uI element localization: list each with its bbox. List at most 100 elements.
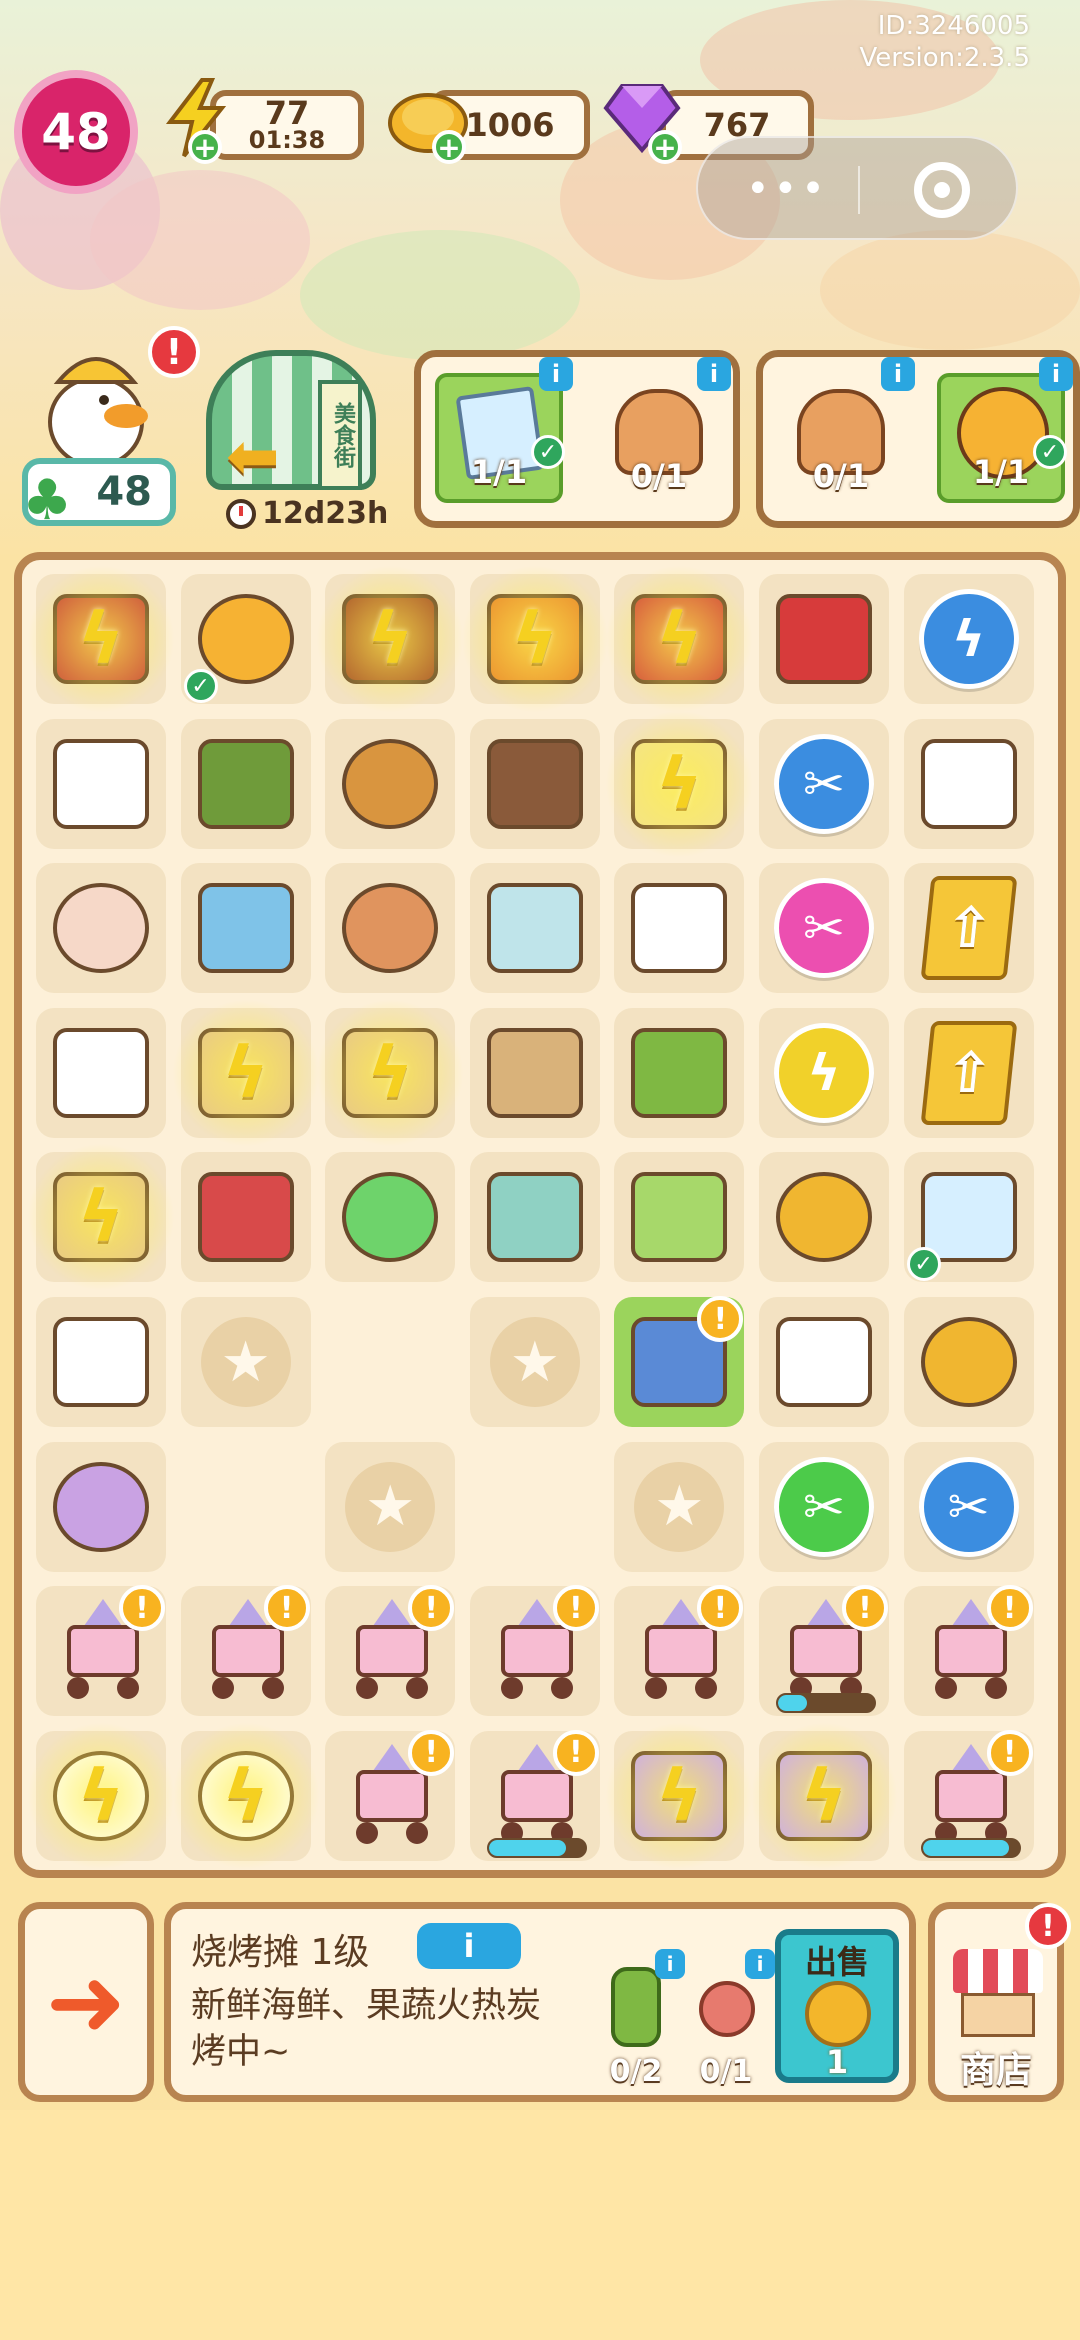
green-apron-item[interactable]	[190, 728, 302, 840]
scissors-blue-item[interactable]: ✂	[913, 1451, 1025, 1563]
red-fridge-item[interactable]	[768, 583, 880, 695]
board-cell[interactable]	[325, 863, 456, 994]
board-cell[interactable]: !	[614, 1296, 745, 1427]
board-cell[interactable]: !	[325, 1729, 456, 1861]
energy-counter[interactable]: 77 01:38	[210, 90, 364, 160]
board-cell[interactable]: ⇧	[903, 1007, 1034, 1138]
glove-item[interactable]	[768, 1306, 880, 1418]
board-cell[interactable]	[469, 1007, 600, 1138]
board-cell[interactable]: ✂	[759, 1441, 889, 1572]
board-cell[interactable]	[759, 1297, 889, 1427]
more-button[interactable]: •••	[746, 166, 829, 212]
board-cell[interactable]	[180, 1152, 311, 1283]
order-card-2[interactable]: 0/1 i 1/1 ✓ i	[756, 350, 1080, 528]
scissors-pink-item[interactable]: ✂	[768, 872, 880, 984]
info-button[interactable]: i	[1039, 357, 1073, 391]
board-cell[interactable]	[469, 1152, 600, 1283]
board-cell[interactable]: !	[903, 1729, 1034, 1861]
board-cell[interactable]: ⇧	[903, 863, 1034, 994]
add-energy-button[interactable]: +	[188, 130, 222, 164]
gift-box-green-item[interactable]	[623, 1161, 735, 1273]
scissors-green-item[interactable]: ✂	[768, 1451, 880, 1563]
spice-bag-lightning-item[interactable]: ϟ	[27, 565, 175, 713]
pink-cart-item[interactable]: !	[623, 1585, 744, 1707]
board-cell[interactable]	[180, 863, 311, 994]
board-cell[interactable]: ϟ	[171, 1721, 320, 1870]
board-cell[interactable]: !	[36, 1585, 166, 1717]
grilled-skewers-item[interactable]	[479, 728, 591, 840]
energy-coin-item[interactable]: ϟ	[768, 1017, 880, 1129]
item-info-button[interactable]: i	[417, 1923, 521, 1969]
board-cell[interactable]: ϟ	[316, 998, 465, 1147]
duck-mascot-lightning-item[interactable]: ϟ	[27, 1721, 175, 1870]
board-cell[interactable]	[36, 863, 166, 994]
pink-cart-item[interactable]: !	[334, 1585, 455, 1707]
board-cell[interactable]: ϟ	[605, 709, 754, 858]
photo-card-item[interactable]: ✓	[906, 1161, 1025, 1282]
board-cell[interactable]: !	[759, 1585, 889, 1717]
board-cell[interactable]: ✂	[759, 718, 889, 849]
parcel-cart-lightning-item[interactable]: ϟ	[316, 998, 465, 1147]
board-cell[interactable]: ϟ	[316, 565, 465, 713]
tiger-plush-item[interactable]: ✓	[183, 583, 302, 703]
board-cell[interactable]: ✓	[180, 574, 311, 704]
board-cell[interactable]	[614, 1152, 745, 1283]
exit-button[interactable]: ➜	[18, 1902, 154, 2102]
board-cell[interactable]	[614, 863, 745, 994]
parcel-cart-lightning-item[interactable]: ϟ	[27, 1143, 175, 1292]
board-cell[interactable]: ✓	[903, 1152, 1034, 1283]
board-cell[interactable]: ϟ	[605, 1721, 754, 1870]
parcel-cart-lightning-item[interactable]: ϟ	[171, 998, 320, 1147]
board-cell[interactable]: !	[469, 1729, 600, 1861]
board-cell[interactable]	[325, 1152, 456, 1283]
target-icon[interactable]	[914, 162, 970, 218]
board-cell[interactable]	[903, 718, 1034, 849]
gift-box-blue-item[interactable]	[190, 872, 302, 984]
upgrade-card-item[interactable]: ⇧	[913, 872, 1025, 984]
cups-stack-item[interactable]	[479, 872, 591, 984]
board-cell[interactable]	[469, 718, 600, 849]
board-cell[interactable]: ★	[180, 1297, 311, 1427]
energy-chest-item[interactable]	[479, 1161, 591, 1273]
shop-button[interactable]: ! 商店	[928, 1902, 1071, 2102]
board-cell[interactable]: ϟ	[460, 565, 609, 713]
cardboard-boxes-item[interactable]	[479, 1017, 591, 1129]
clover-counter[interactable]: ♣ 48	[22, 458, 176, 533]
chef-hat-item[interactable]	[45, 1017, 157, 1129]
eggs-item[interactable]	[334, 872, 446, 984]
board-cell[interactable]: ★	[614, 1441, 745, 1572]
board-cell[interactable]: ϟ	[171, 998, 320, 1147]
board-cell[interactable]	[614, 1007, 745, 1138]
purple-cart-lightning-item[interactable]: ϟ	[605, 1721, 754, 1870]
sell-button[interactable]: 出售 1	[775, 1929, 899, 2083]
pink-cart-progress-item[interactable]: !	[479, 1729, 599, 1858]
purple-cart-lightning-item[interactable]: ϟ	[750, 1721, 898, 1870]
chef-hat-item[interactable]	[913, 728, 1025, 840]
board-cell[interactable]: !	[469, 1585, 600, 1717]
board-cell[interactable]	[903, 1297, 1034, 1427]
board-cell[interactable]	[469, 863, 600, 994]
pink-cart-item[interactable]: !	[334, 1729, 455, 1852]
player-level-badge[interactable]: 48	[14, 70, 138, 194]
energy-orb-blue-item[interactable]: ϟ	[913, 583, 1025, 695]
add-gems-button[interactable]: +	[648, 130, 682, 164]
board-cell[interactable]: ϟ	[903, 574, 1034, 704]
board-cell[interactable]: ϟ	[605, 565, 754, 713]
locked-item[interactable]: ★	[334, 1451, 446, 1563]
board-cell[interactable]: ϟ	[759, 1007, 889, 1138]
pink-cart-progress-item[interactable]: !	[768, 1585, 888, 1714]
board-cell[interactable]	[36, 1007, 166, 1138]
info-button[interactable]: i	[745, 1949, 775, 1979]
add-coins-button[interactable]: +	[432, 130, 466, 164]
board-cell[interactable]	[36, 718, 166, 849]
info-button[interactable]: i	[697, 357, 731, 391]
info-button[interactable]: i	[881, 357, 915, 391]
pink-cart-item[interactable]: !	[45, 1585, 165, 1707]
takeout-box-item[interactable]	[45, 728, 157, 840]
board-cell[interactable]: ϟ	[750, 1721, 898, 1870]
locked-item[interactable]: ★	[190, 1306, 302, 1418]
board-cell[interactable]	[759, 1152, 889, 1283]
green-gem-item[interactable]	[334, 1161, 446, 1273]
board-cell[interactable]	[36, 1441, 166, 1572]
board-cell[interactable]: ϟ	[27, 1721, 175, 1870]
